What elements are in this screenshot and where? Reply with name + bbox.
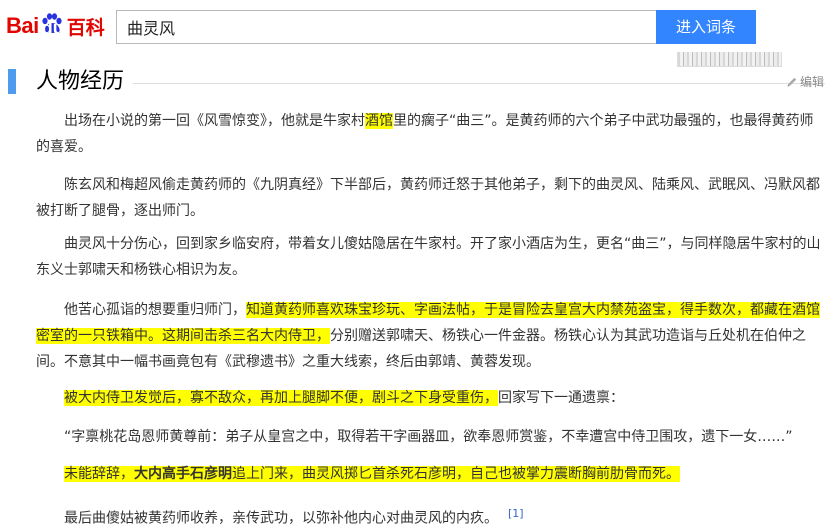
- paragraph: 出场在小说的第一回《风雪惊变》，他就是牛家村酒馆里的瘸子“曲三”。是黄药师的六个…: [36, 108, 826, 160]
- paragraph: 曲灵风十分伤心，回到家乡临安府，带着女儿傻姑隐居在牛家村。开了家小酒店为生，更名…: [36, 231, 826, 283]
- highlighted-text: 被大内侍卫发觉后，寡不敌众，再加上腿脚不便，剧斗之下身受重伤，: [64, 390, 498, 406]
- paragraph: “字禀桃花岛恩师黄尊前：弟子从皇宫之中，取得若干字画器皿，欲奉恩师赏鉴，不幸遭宫…: [36, 424, 793, 450]
- paragraph: 被大内侍卫发觉后，寡不敌众，再加上腿脚不便，剧斗之下身受重伤，回家写下一通遗禀：: [36, 385, 624, 411]
- logo-text-du: du: [41, 17, 64, 38]
- paragraph-text: 出场在小说的第一回《风雪惊变》，他就是牛家村: [64, 113, 365, 129]
- section-marker: [8, 69, 16, 94]
- edit-label: 编辑: [800, 75, 825, 89]
- paragraph: 未能辞辞，大内高手石彦明追上门来，曲灵风掷匕首杀死石彦明，自己也被掌力震断胸前肋…: [36, 461, 680, 487]
- top-bar: Bai du 百科 进入词条: [0, 0, 833, 52]
- highlighted-text: 未能辞辞，: [64, 466, 134, 482]
- paragraph-text: 陈玄风和梅超风偷走黄药师的《九阴真经》下半部后，黄药师迁怒于其他弟子，剩下的曲灵…: [36, 177, 820, 219]
- pencil-icon: [787, 77, 797, 86]
- logo-text-bai: Bai: [6, 13, 39, 38]
- paragraph: 最后曲傻姑被黄药师收养，亲传武功，以弥补他内心对曲灵风的内疚。 [1]: [36, 501, 524, 526]
- image-thumbnail-edge[interactable]: [677, 52, 782, 67]
- paragraph: 他苦心孤诣的想要重归师门，知道黄药师喜欢珠宝珍玩、字画法帖，于是冒险去皇宫大内禁…: [36, 297, 826, 375]
- highlighted-text: 追上门来，曲灵风掷匕首杀死石彦明，自己也被掌力震断胸前肋骨而死。: [232, 466, 680, 482]
- baidu-baike-logo[interactable]: Bai du 百科: [6, 10, 105, 42]
- paragraph-text: 最后曲傻姑被黄药师收养，亲传武功，以弥补他内心对曲灵风的内疚。: [64, 510, 498, 526]
- edit-link[interactable]: 编辑: [786, 73, 824, 90]
- paragraph-text: 回家写下一通遗禀：: [498, 390, 624, 406]
- reference-link[interactable]: [1]: [508, 507, 524, 520]
- enter-entry-button[interactable]: 进入词条: [656, 10, 756, 44]
- search-input[interactable]: [116, 10, 657, 44]
- paragraph-text: 他苦心孤诣的想要重归师门，: [64, 302, 246, 318]
- paragraph-text: 曲灵风十分伤心，回到家乡临安府，带着女儿傻姑隐居在牛家村。开了家小酒店为生，更名…: [36, 236, 821, 278]
- paragraph-text: “字禀桃花岛恩师黄尊前：弟子从皇宫之中，取得若干字画器皿，欲奉恩师赏鉴，不幸遭宫…: [64, 429, 793, 445]
- paragraph: 陈玄风和梅超风偷走黄药师的《九阴真经》下半部后，黄药师迁怒于其他弟子，剩下的曲灵…: [36, 172, 826, 224]
- section-divider: [133, 83, 825, 84]
- section-title: 人物经历: [36, 69, 125, 94]
- highlighted-text: 酒馆: [365, 113, 393, 129]
- logo-text-baike: 百科: [66, 16, 105, 39]
- highlighted-text: 大内高手石彦明: [134, 466, 232, 482]
